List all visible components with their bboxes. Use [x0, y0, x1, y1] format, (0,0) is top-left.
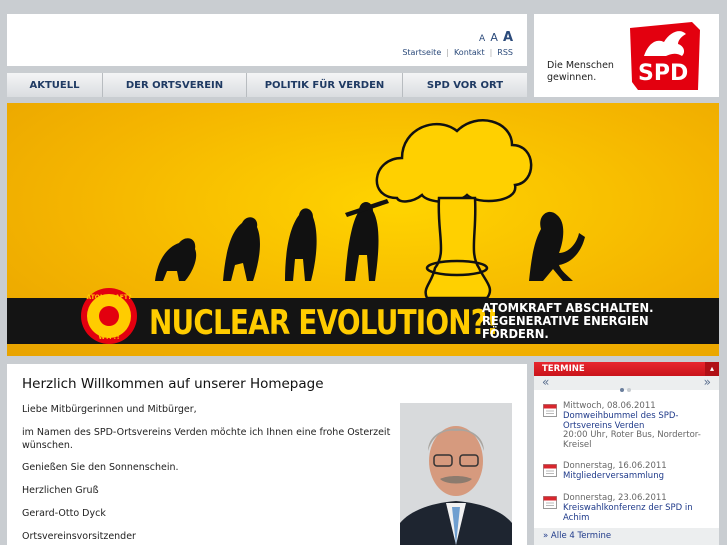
badge-top-text: ATOMKRAFT?: [87, 294, 132, 301]
startseite-link[interactable]: Startseite: [402, 48, 441, 57]
all-events-link[interactable]: » Alle 4 Termine: [534, 528, 719, 545]
header-panel: A A A Startseite | Kontakt | RSS: [7, 14, 527, 66]
events-pager: « »: [534, 375, 719, 392]
mushroom-cloud-icon: [375, 119, 533, 300]
event-title-link[interactable]: Kreiswahlkonferenz der SPD in Achim: [563, 503, 713, 523]
event-date: Mittwoch, 08.06.2011: [563, 401, 656, 411]
calendar-icon: [543, 464, 557, 477]
font-size-large-button[interactable]: A: [503, 30, 513, 45]
event-date: Donnerstag, 16.06.2011: [563, 461, 667, 471]
events-panel: TERMINE ▴ « » Mittwoch, 08.06.2011 Domwe…: [534, 362, 719, 545]
author-role: Ortsvereinsvorsitzender: [22, 531, 136, 542]
font-size-small-button[interactable]: A: [479, 34, 485, 44]
next-page-button[interactable]: »: [704, 375, 711, 389]
kontakt-link[interactable]: Kontakt: [454, 48, 485, 57]
body-text: Genießen Sie den Sonnenschein.: [22, 462, 179, 473]
main-content: Herzlich Willkommen auf unserer Homepage…: [7, 364, 527, 545]
nav-item-aktuell[interactable]: AKTUELL: [7, 73, 103, 97]
page-title: Herzlich Willkommen auf unserer Homepage: [22, 376, 324, 392]
event-title-link[interactable]: Domweihbummel des SPD-Ortsvereins Verden: [563, 411, 713, 431]
banner-tagline: ATOMKRAFT ABSCHALTEN. REGENERATIVE ENERG…: [482, 300, 654, 341]
spd-logo[interactable]: SPD: [630, 22, 706, 90]
nav-item-ortsverein[interactable]: DER ORTSVEREIN: [103, 73, 247, 97]
divider: |: [489, 48, 493, 57]
pager-dot-active[interactable]: [620, 388, 624, 392]
closing-text: Herzlichen Gruß: [22, 485, 99, 496]
pager-dot[interactable]: [627, 388, 631, 392]
previous-page-button[interactable]: «: [542, 375, 549, 389]
slogan: Die Menschen gewinnen.: [547, 60, 614, 83]
font-size-switcher: A A A: [479, 26, 513, 45]
rss-link[interactable]: RSS: [497, 48, 513, 57]
events-title: TERMINE: [542, 364, 585, 374]
badge-bottom-text: WTF?!: [98, 334, 119, 341]
event-date: Donnerstag, 23.06.2011: [563, 493, 667, 503]
divider: |: [446, 48, 449, 57]
nav-item-politik[interactable]: POLITIK FÜR VERDEN: [247, 73, 403, 97]
font-size-medium-button[interactable]: A: [490, 31, 498, 44]
collapse-icon[interactable]: ▴: [705, 362, 719, 376]
evolution-silhouettes: [155, 199, 585, 281]
author-name: Gerard-Otto Dyck: [22, 508, 106, 519]
event-detail: 20:00 Uhr, Roter Bus, Nordertor-Kreisel: [563, 430, 701, 450]
events-header: TERMINE ▴: [534, 362, 719, 376]
logo-panel[interactable]: Die Menschen gewinnen. SPD: [534, 14, 719, 97]
logo-text: SPD: [638, 61, 688, 86]
calendar-icon: [543, 496, 557, 509]
banner-title: NUCLEAR EVOLUTION?!: [149, 303, 499, 343]
event-title-link[interactable]: Mitgliederversammlung: [563, 471, 713, 481]
nav-item-spd-vor-ort[interactable]: SPD VOR ORT: [403, 73, 527, 97]
greeting-text: Liebe Mitbürgerinnen und Mitbürger,: [22, 404, 197, 415]
calendar-icon: [543, 404, 557, 417]
portrait-photo: [400, 403, 512, 545]
body-text: im Namen des SPD-Ortsvereins Verden möch…: [22, 427, 391, 451]
meta-navigation: Startseite | Kontakt | RSS: [402, 48, 513, 57]
hero-banner: ATOMKRAFT? WTF?! NUCLEAR EVOLUTION?! ATO…: [7, 103, 719, 356]
atomkraft-sun-badge-icon: ATOMKRAFT? WTF?!: [81, 288, 137, 344]
pager-dots: [620, 381, 634, 395]
main-navigation: AKTUELL DER ORTSVEREIN POLITIK FÜR VERDE…: [7, 73, 527, 97]
